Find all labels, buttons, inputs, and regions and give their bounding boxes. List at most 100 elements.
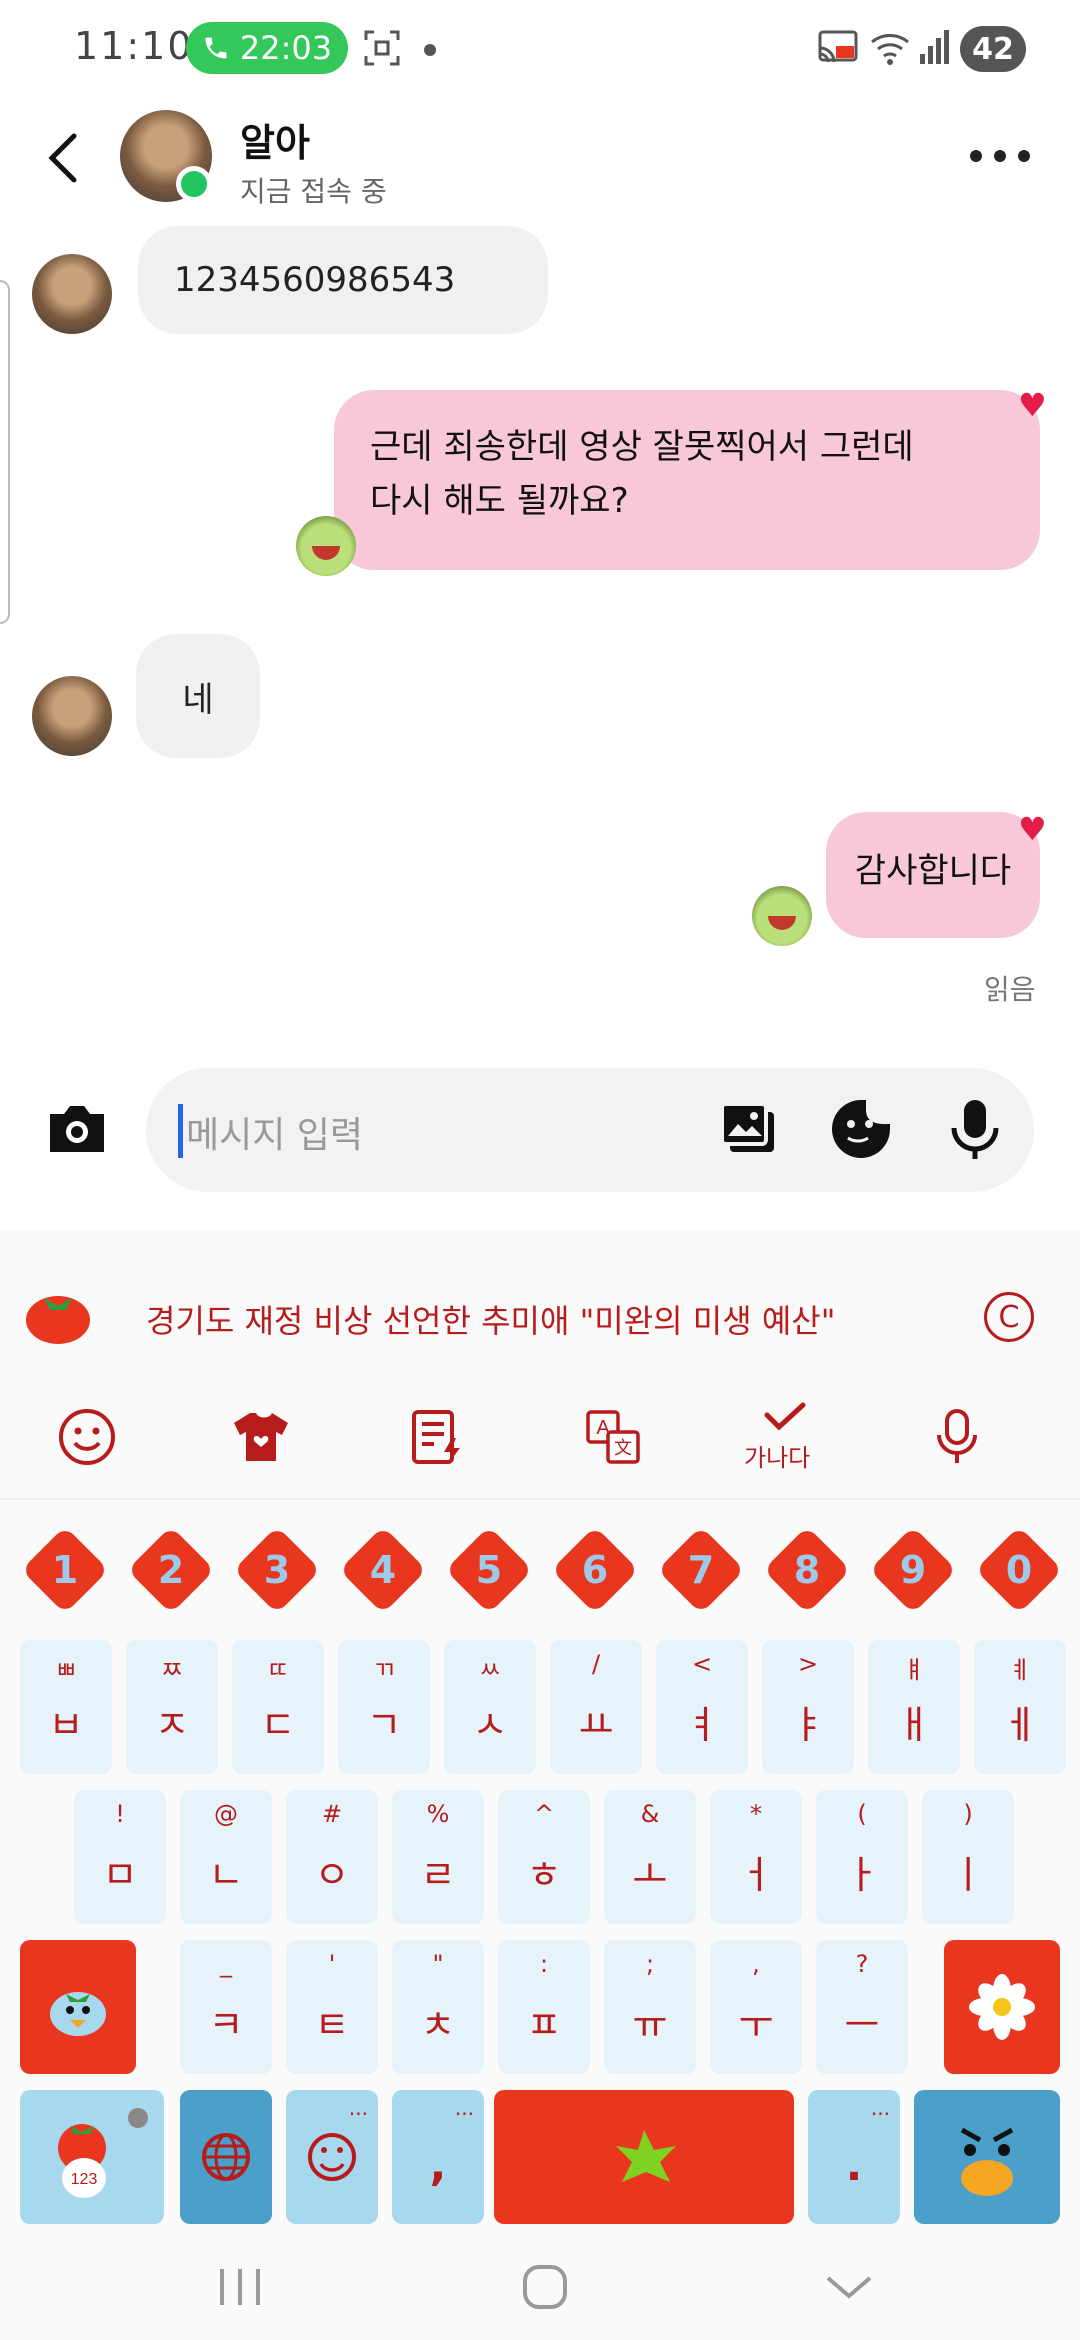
key-row3-5[interactable]: ; ㅠ [604,1940,696,2074]
comma-key[interactable]: ... , [392,2090,484,2224]
sender-avatar[interactable] [32,676,112,756]
svg-text:文: 文 [614,1438,632,1458]
key-3[interactable]: 3 [232,1525,322,1615]
key-row1-8[interactable]: > ㅑ [762,1640,854,1774]
theme-shirt-icon[interactable] [226,1402,296,1472]
ongoing-call-pill[interactable]: 22:03 [186,22,348,74]
heart-reaction-icon: ♥ [1018,810,1047,848]
translate-icon[interactable]: A文 [578,1402,648,1472]
message-bubble-incoming[interactable]: 1234560986543 [138,226,548,334]
key-5[interactable]: 5 [444,1525,534,1615]
shift-key[interactable] [20,1940,136,2074]
chat-header: 알아 지금 접속 중 [0,100,1080,230]
key-row1-4[interactable]: ㄲㄱ [338,1640,430,1774]
num-mode-label: 123 [71,2171,98,2188]
message-text: 감사합니다 [854,851,1012,891]
screenshot-icon [364,30,400,66]
key-7[interactable]: 7 [656,1525,746,1615]
camera-icon[interactable] [44,1098,110,1158]
phone-icon [205,37,227,59]
key-6[interactable]: 6 [550,1525,640,1615]
message-text-line2: 다시 해도 될까요? [370,481,629,521]
globe-icon [202,2133,250,2181]
key-row2-6[interactable]: & ㅗ [604,1790,696,1924]
key-row1-1[interactable]: ㅃㅂ [20,1640,112,1774]
emoji-key[interactable]: ... [286,2090,378,2224]
sticker-icon[interactable] [828,1096,894,1162]
key-row2-5[interactable]: ^ ㅎ [498,1790,590,1924]
tomato-logo-icon [26,1296,90,1344]
key-row3-1[interactable]: _ ㅋ [180,1940,272,2074]
key-row1-5[interactable]: ㅆㅅ [444,1640,536,1774]
key-2[interactable]: 2 [126,1525,216,1615]
message-bubble-outgoing[interactable]: 감사합니다 [826,812,1040,938]
key-row3-6[interactable]: ,ㅜ [710,1940,802,2074]
message-input-placeholder: 메시지 입력 [186,1115,364,1156]
message-text: 네 [182,679,214,720]
key-row2-1[interactable]: ! ㅁ [74,1790,166,1924]
key-row3-4[interactable]: :ㅍ [498,1940,590,2074]
keyboard-divider [0,1498,1080,1500]
key-row3-7[interactable]: ? ㅡ [816,1940,908,2074]
online-indicator [176,166,212,202]
enter-key[interactable] [914,2090,1060,2224]
key-0[interactable]: 0 [974,1525,1064,1615]
read-receipt: 읽음 [984,973,1036,1006]
cast-icon [818,30,858,63]
copyright-icon[interactable]: C [984,1292,1034,1342]
hide-keyboard-icon[interactable] [814,2252,884,2322]
backspace-key[interactable] [944,1940,1060,2074]
key-row1-3[interactable]: ㄸㄷ [232,1640,324,1774]
more-options-icon[interactable] [970,150,1030,164]
language-key[interactable] [180,2090,272,2224]
microphone-icon[interactable] [942,1096,1008,1162]
news-banner[interactable]: 경기도 재정 비상 선언한 추미애 "미완의 미생 예산" [146,1296,835,1342]
space-key[interactable] [494,2090,794,2224]
contact-name[interactable]: 알아 [240,112,310,167]
key-row1-9[interactable]: ㅒㅐ [868,1640,960,1774]
key-row3-3[interactable]: " ㅊ [392,1940,484,2074]
quick-text-icon[interactable] [402,1402,472,1472]
keyboard-voice-icon[interactable] [922,1402,992,1472]
key-row1-7[interactable]: < ㅕ [656,1640,748,1774]
key-row3-2[interactable]: ' ㅌ [286,1940,378,2074]
key-row1-2[interactable]: ㅉㅈ [126,1640,218,1774]
key-8[interactable]: 8 [762,1525,852,1615]
gallery-icon[interactable] [716,1096,782,1162]
recent-apps-icon[interactable] [206,2252,276,2322]
bird-face-icon [960,2127,1014,2196]
signal-icon [920,30,949,64]
edge-panel-handle[interactable] [0,280,10,624]
period-key-ellipsis: ... [870,2096,890,2120]
key-4[interactable]: 4 [338,1525,428,1615]
key-row1-6[interactable]: / ㅛ [550,1640,642,1774]
symbol-mode-key[interactable]: 123 [20,2090,164,2224]
spellcheck-label[interactable]: 가나다 [744,1438,810,1473]
spellcheck-icon[interactable] [750,1396,820,1436]
emoji-icon[interactable] [52,1402,122,1472]
message-bubble-incoming[interactable]: 네 [136,634,260,758]
period-label: . [845,2140,863,2191]
notification-dot [424,44,436,56]
key-1[interactable]: 1 [20,1525,110,1615]
bird-character-icon [50,1992,106,2036]
back-arrow-icon[interactable] [40,128,88,188]
key-row2-9[interactable]: ) ㅣ [922,1790,1014,1924]
frog-sticker-icon [296,516,356,576]
comma-label: , [429,2140,447,2191]
key-9[interactable]: 9 [868,1525,958,1615]
message-bubble-outgoing[interactable]: 근데 죄송한데 영상 잘못찍어서 그런데 다시 해도 될까요? [334,390,1040,570]
key-row2-8[interactable]: (ㅏ [816,1790,908,1924]
key-row2-7[interactable]: * ㅓ [710,1790,802,1924]
key-row2-4[interactable]: % ㄹ [392,1790,484,1924]
system-navbar [0,2222,1080,2340]
tomato-character-icon: 123 [58,2108,148,2198]
sender-avatar[interactable] [32,254,112,334]
status-bar: 11:10 22:03 42 [0,0,1080,100]
period-key[interactable]: ... . [808,2090,900,2224]
key-row1-10[interactable]: ㅖㅔ [974,1640,1066,1774]
key-row2-2[interactable]: @ ㄴ [180,1790,272,1924]
home-icon[interactable] [510,2252,580,2322]
key-row2-3[interactable]: # ㅇ [286,1790,378,1924]
clock: 11:10 [74,24,194,68]
